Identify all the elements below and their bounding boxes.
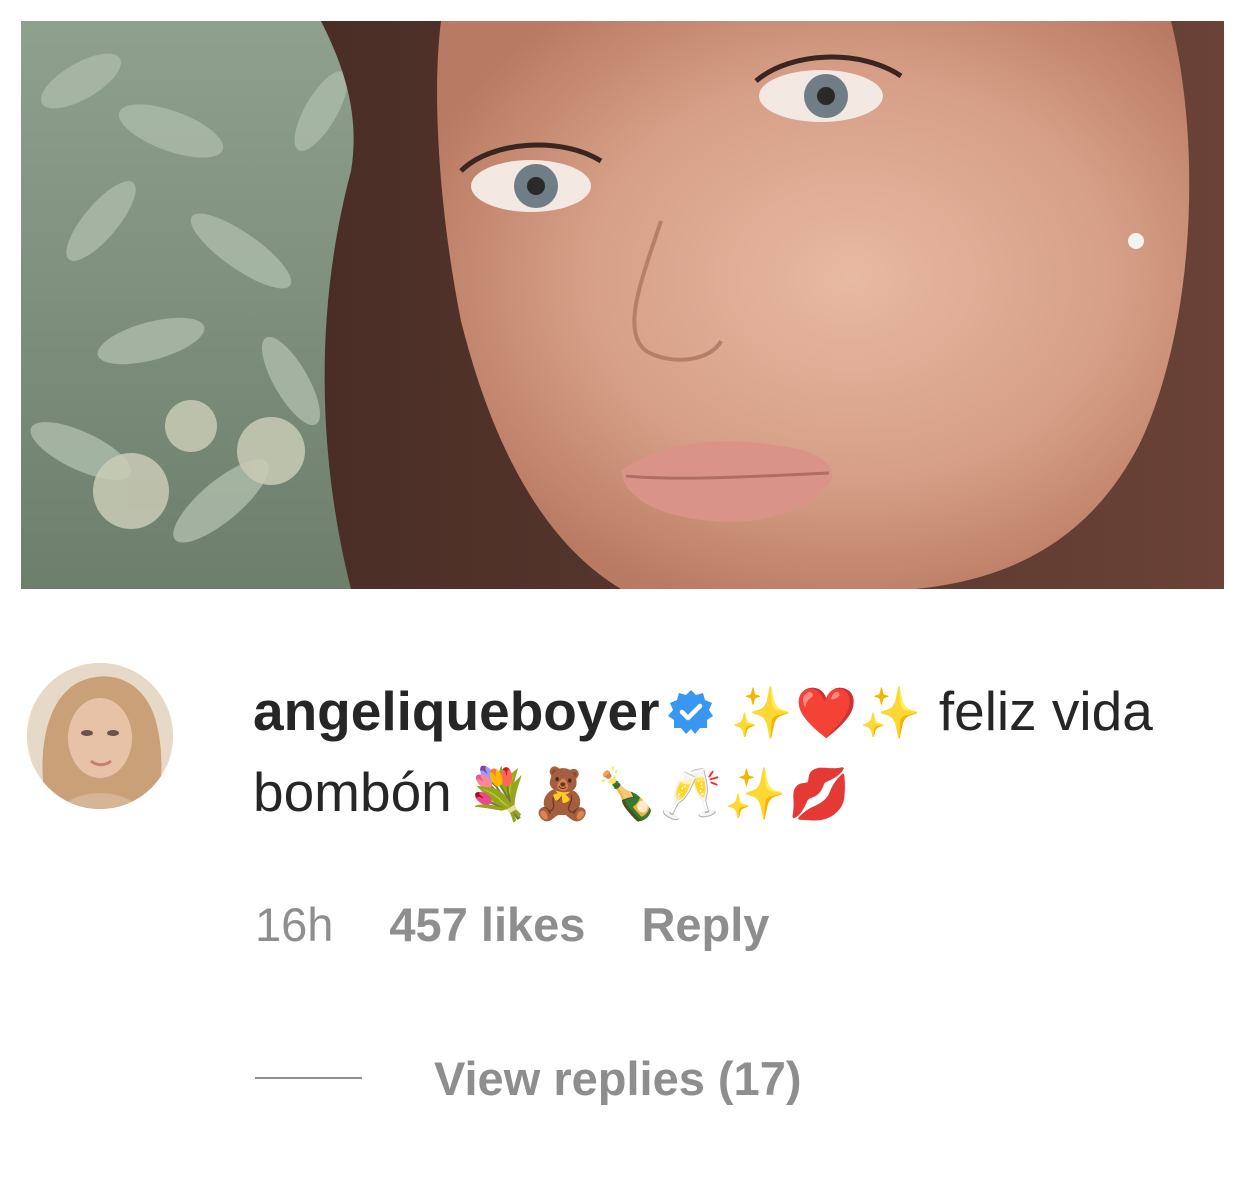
comment-likes-count[interactable]: 457 likes	[389, 897, 585, 952]
comment-meta: 16h 457 likes Reply	[255, 894, 769, 954]
comment-body: angeliqueboyer ✨❤️✨ feliz vida bombón 💐🧸…	[253, 672, 1203, 834]
verified-badge-icon	[667, 688, 715, 736]
replies-divider-line	[255, 1077, 362, 1079]
comment-emoji-prefix: ✨❤️✨	[730, 684, 924, 742]
comment-text-part1: feliz	[938, 680, 1037, 742]
post-photo	[21, 21, 1224, 589]
comment-emoji-suffix: 💐🧸🍾🥂✨💋	[467, 765, 853, 823]
username-link[interactable]: angeliqueboyer	[253, 680, 659, 742]
comment-timestamp[interactable]: 16h	[255, 897, 333, 952]
view-replies-button[interactable]: View replies (17)	[255, 1048, 802, 1108]
user-avatar[interactable]	[27, 663, 173, 809]
view-replies-label[interactable]: View replies (17)	[434, 1051, 802, 1106]
reply-button[interactable]: Reply	[641, 897, 769, 952]
